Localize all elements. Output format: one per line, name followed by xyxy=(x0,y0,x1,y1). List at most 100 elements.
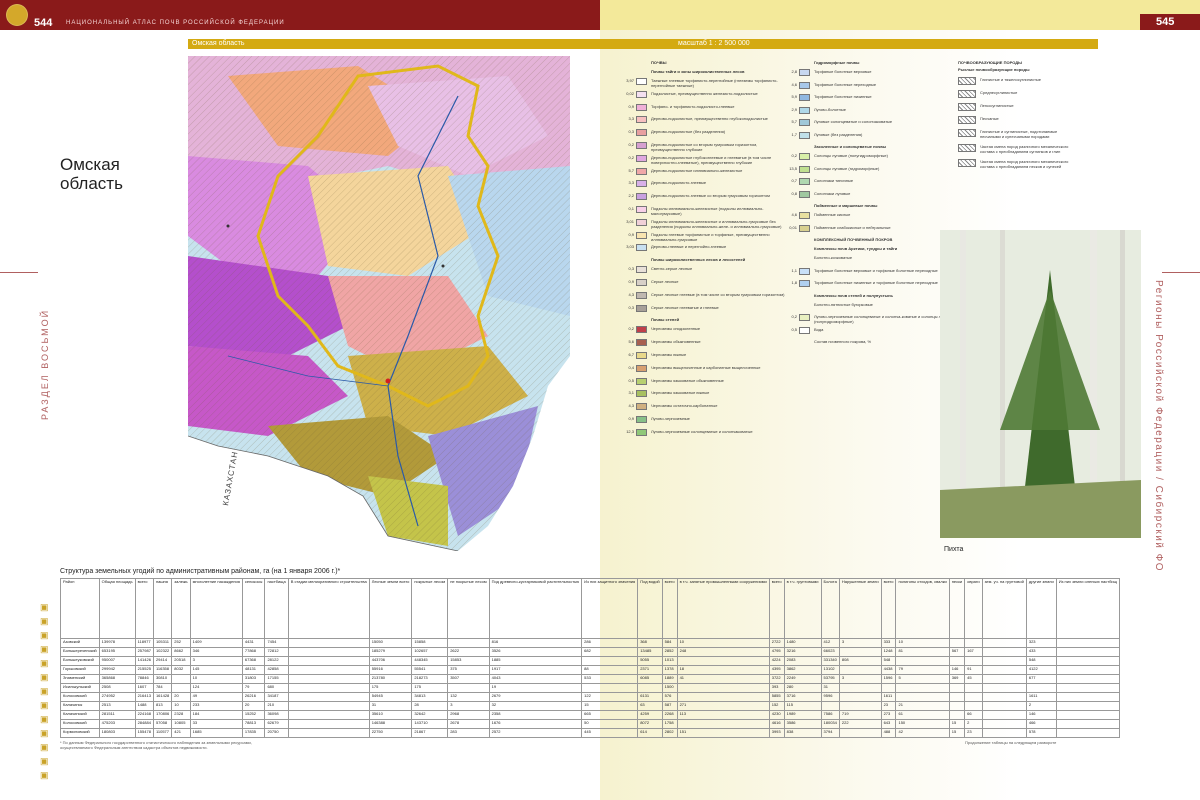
table-cell: 35610 xyxy=(368,710,413,720)
table-cell xyxy=(287,638,370,648)
legend-swatch xyxy=(636,142,647,149)
legend-swatch xyxy=(799,280,810,287)
table-cell: 1889 xyxy=(661,674,678,684)
table-cell xyxy=(1055,656,1120,666)
legend-heading: Пойменные и маршевые почвы xyxy=(814,203,878,208)
legend-item: 0,2 Дерново-подзолистые со вторым гумусов… xyxy=(622,142,797,152)
legend-value: 0,02 xyxy=(626,90,634,96)
legend-item: 6,7 Черноземы южные xyxy=(622,352,797,361)
table-header-cell: Общая площадь xyxy=(98,578,136,639)
table-cell: 146 xyxy=(1025,710,1057,720)
legend-label: Дерново-подзолисто-глеевые xyxy=(651,180,707,186)
legend-item: 0,5 Черноземы языковатые обыкновенные xyxy=(622,377,797,387)
legend-value: 0,01 xyxy=(789,224,797,230)
table-cell: 3526 xyxy=(488,647,583,657)
table-header-cell: В стадии мелиоративного строительства xyxy=(287,578,370,639)
legend-swatch xyxy=(636,218,647,226)
legend-item: 0,3 Светло-серые лесные xyxy=(622,266,797,275)
rock-swatch xyxy=(958,129,976,137)
table-cell: 210 xyxy=(264,701,289,711)
legend-swatch xyxy=(636,403,647,411)
legend-label: Вода xyxy=(814,326,824,332)
legend-swatch xyxy=(636,416,647,423)
table-cell xyxy=(581,656,639,666)
legend-swatch xyxy=(636,90,647,98)
table-cell: 15252 xyxy=(241,710,266,720)
table-cell: 3 xyxy=(838,674,882,684)
ornament-icon: ▣ ▣ ▣ ▣ ▣ ▣ ▣ ▣ ▣ ▣ ▣ ▣ ▣ xyxy=(40,602,49,780)
table-cell: 31803 xyxy=(241,674,266,684)
table-cell xyxy=(981,638,1027,648)
table-cell xyxy=(581,683,639,693)
table-cell: 7586 xyxy=(820,710,840,720)
table-cell: 15 xyxy=(948,728,966,738)
table-cell: 5 xyxy=(895,674,950,684)
table-cell: 77868 xyxy=(241,647,266,657)
table-cell: 1917 xyxy=(488,665,583,675)
table-cell: 222 xyxy=(838,719,882,729)
table-row: Горьковский 299942 215525 116358 8032 145 4813… xyxy=(60,665,1120,675)
table-cell xyxy=(964,656,983,666)
table-cell: 81 xyxy=(895,647,950,657)
legend-value: 0,5 xyxy=(791,326,797,332)
table-row: Калачинск 2513 1488 813 10 233 20 210 31 28 3 32 15 6… xyxy=(60,701,1120,711)
table-cell: 233 xyxy=(189,701,243,711)
table-cell: 3716 xyxy=(783,692,822,702)
legend-label: Дерново-подзолистые, преимущественно глу… xyxy=(651,116,768,122)
table-cell xyxy=(676,692,770,702)
table-cell: 105311 xyxy=(152,638,173,648)
table-cell: 248 xyxy=(676,647,770,657)
table-row: Кормиловский 180803 155478 110577 421 1685 178… xyxy=(60,728,1120,738)
table-cell xyxy=(948,656,966,666)
table-cell xyxy=(948,692,966,702)
table-cell: 67368 xyxy=(241,656,266,666)
legend-label: Солончаки луговые xyxy=(814,190,851,196)
emblem-icon xyxy=(6,4,28,26)
right-page-number-box: 545 xyxy=(1140,14,1200,30)
table-cell: 3 xyxy=(838,638,882,648)
table-cell: 1596 xyxy=(880,674,897,684)
legend-value: 0,8 xyxy=(791,190,797,196)
table-cell: 118977 xyxy=(134,638,154,648)
table-cell: 62679 xyxy=(264,719,289,729)
table-row: Большеуковский 950007 141426 29414 20518 3 673… xyxy=(60,656,1120,666)
table-cell xyxy=(981,710,1027,720)
table-cell xyxy=(981,674,1027,684)
table-cell: 150 xyxy=(895,719,950,729)
legend-label: Торфяные болотные верховые и торфяные бо… xyxy=(814,267,938,273)
legend-swatch xyxy=(799,69,810,76)
table-cell: 1676 xyxy=(488,719,583,729)
legend-label: Луговые (без разделения) xyxy=(814,131,863,137)
table-cell: 36098 xyxy=(264,710,289,720)
table-cell: 252 xyxy=(171,638,191,648)
legend-swatch xyxy=(636,291,647,299)
table-cell xyxy=(676,683,770,693)
legend-item: Комплексы почв Арктики, тундры и тайги xyxy=(785,246,960,255)
table-cell: 21 xyxy=(895,701,950,711)
legend-item: 1,7 Луговые (без разделения) xyxy=(785,131,960,141)
rock-label: Частая смена пород различного механическ… xyxy=(980,144,1069,154)
legend-value: 0,3 xyxy=(628,266,634,272)
table-header-cell: Лесные земли всего xyxy=(368,578,413,639)
table-header-cell: залежь xyxy=(171,578,191,639)
legend-label: Лугово-болотные xyxy=(814,106,846,112)
legend-swatch xyxy=(799,119,810,126)
legend-item: 4,3 Черноземы остаточно-карбонатные xyxy=(622,403,797,412)
table-cell: 20 xyxy=(171,692,191,702)
table-cell: 55541 xyxy=(411,665,449,675)
table-cell: 215525 xyxy=(134,665,154,675)
table-cell xyxy=(676,656,770,666)
table-cell xyxy=(637,683,663,693)
table-header-cell: в т.ч. занятые промышленными сооружениям… xyxy=(676,578,770,639)
table-cell: 28122 xyxy=(264,656,289,666)
table-cell: 23 xyxy=(964,728,983,738)
table-cell: 1013 xyxy=(661,656,678,666)
legend-item: 3,1 Черноземы языковатые южные xyxy=(622,390,797,399)
table-cell: 152 xyxy=(768,701,785,711)
table-cell xyxy=(948,710,966,720)
table-cell: 1248 xyxy=(880,647,897,657)
table-cell: 433 xyxy=(1025,647,1057,657)
table-cell xyxy=(287,710,370,720)
table-cell: Большеуковский xyxy=(60,656,100,666)
table-cell: Колосовский xyxy=(60,692,100,702)
